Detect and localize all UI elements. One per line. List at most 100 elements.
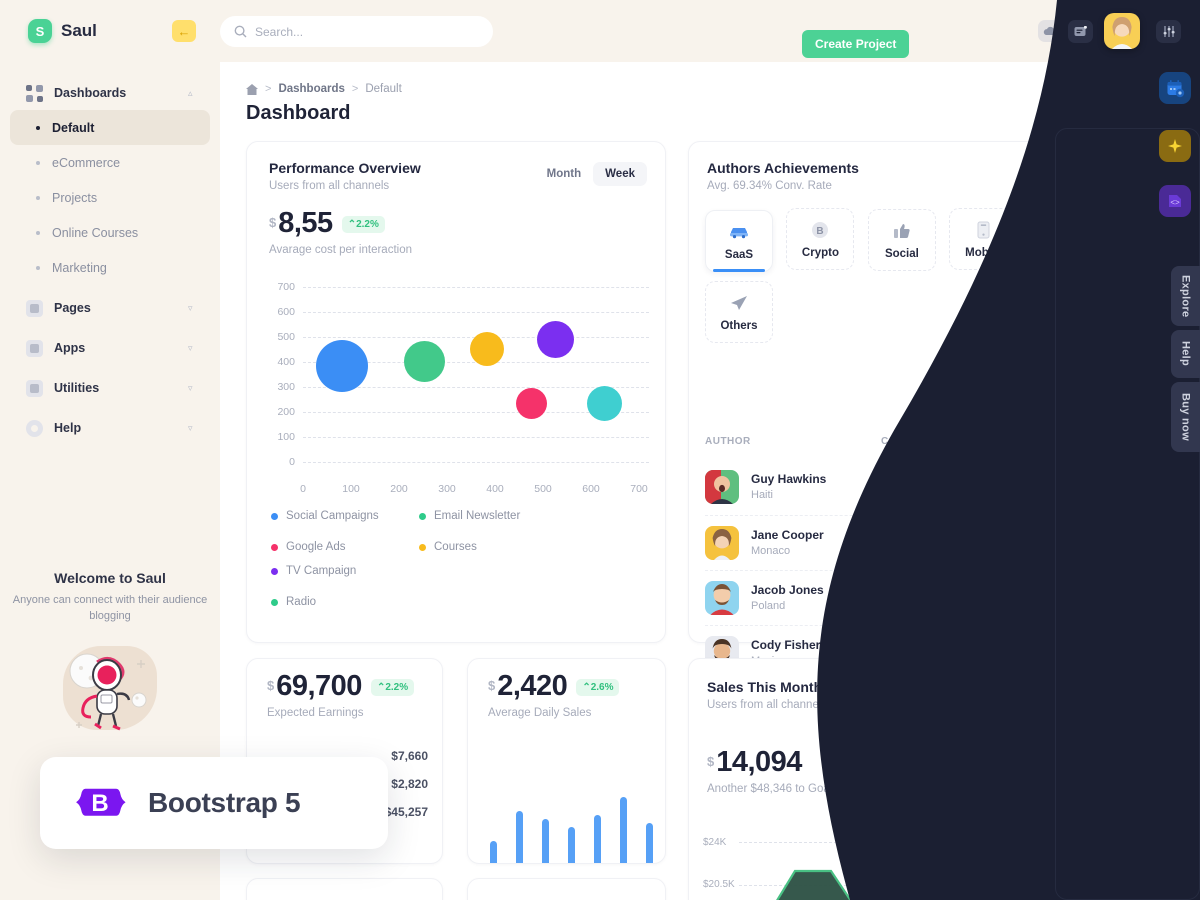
chip-label: Crypto [801, 246, 839, 259]
legend-item[interactable]: Courses [419, 541, 477, 553]
breadcrumb-item-dashboards[interactable]: Dashboards [278, 83, 344, 95]
search-box[interactable] [220, 16, 493, 47]
bar [516, 811, 523, 863]
mobile-icon [977, 220, 990, 240]
bubble-tv-campaign[interactable] [537, 321, 574, 358]
chevron-up-icon: ▵ [188, 88, 193, 98]
sidebar-item-pages[interactable]: Pages ▿ [0, 291, 220, 325]
x-tick-500: 500 [534, 483, 552, 495]
currency-symbol: $ [707, 754, 715, 769]
breadcrumb-separator: > [265, 83, 272, 95]
sidebar-item-marketing[interactable]: Marketing [10, 250, 210, 285]
authors-table-header: AUTHOR CONV. CHART VIEW [705, 436, 1097, 454]
range-week-button[interactable]: Week [593, 162, 647, 186]
collapse-arrow-icon[interactable]: ← [172, 20, 196, 42]
card-title: Sales This Months [707, 679, 830, 695]
sidebar-item-projects[interactable]: Projects [10, 180, 210, 215]
chip-mobile[interactable]: Mobile [949, 208, 1018, 270]
paper-plane-icon [730, 293, 748, 313]
chevron-down-icon: ▿ [188, 383, 193, 393]
metric-caption: Average Daily Sales [488, 707, 592, 719]
sidebar-item-help[interactable]: Help ▿ [0, 411, 220, 445]
sidebar-item-default[interactable]: Default [10, 110, 210, 145]
table-row[interactable]: Guy Hawkins Haiti 78.34% → [705, 460, 1097, 515]
sales-area-chart [776, 820, 1099, 900]
bubble-google-ads[interactable] [516, 388, 547, 419]
bubble-email-newsletter[interactable] [404, 341, 445, 382]
y-tick-20-5k: $20.5K [703, 879, 735, 890]
col-author: AUTHOR [705, 436, 751, 447]
sliders-icon[interactable] [1156, 20, 1181, 43]
table-row[interactable]: Jane Cooper Monaco 63.83% → [705, 515, 1097, 570]
sidebar-subitem-label: Default [52, 120, 95, 135]
y-tick-500: 500 [277, 331, 295, 343]
table-row[interactable]: Jacob Jones Poland 92.56% → [705, 570, 1097, 625]
sparkle-icon[interactable] [1159, 130, 1191, 162]
card-subtitle: Avg. 69.34% Conv. Rate [707, 180, 832, 192]
brand-name: Saul [61, 21, 97, 40]
sidebar-item-dashboards[interactable]: Dashboards ▵ [0, 76, 220, 110]
metric-caption: Avarage cost per interaction [269, 244, 412, 256]
thumbs-up-icon [893, 221, 911, 241]
chip-saas[interactable]: SaaS [705, 210, 773, 272]
user-avatar[interactable] [1104, 13, 1140, 49]
performance-bubble-chart: 700 600 500 400 300 200 100 0 0 100 200 … [269, 281, 649, 502]
calendar-icon[interactable] [1159, 72, 1191, 104]
metric-caption: Another $48,346 to Goal [707, 783, 833, 795]
authors-category-chips: SaaS B Crypto Social Mobile Others [705, 208, 1095, 352]
legend-item[interactable]: Google Ads [271, 541, 345, 553]
card-subtitle: Users from all channels [707, 699, 828, 711]
author-name: Jane Cooper [751, 528, 824, 542]
author-country: Poland [751, 600, 786, 612]
bitcoin-icon: B [811, 220, 829, 240]
sales-metric: $ 14,094 [707, 747, 832, 777]
pages-icon [26, 299, 43, 317]
search-input[interactable] [255, 24, 455, 39]
message-icon[interactable] [1068, 20, 1093, 43]
help-tab[interactable]: Help [1171, 330, 1200, 378]
explore-tab[interactable]: Explore [1171, 266, 1200, 326]
legend-item[interactable]: Email Newsletter [419, 510, 520, 522]
sidebar-item-online-courses[interactable]: Online Courses [10, 215, 210, 250]
legend-dot [271, 512, 278, 520]
legend-dot [419, 543, 426, 551]
right-rail: <> Explore Help Buy now [1150, 0, 1200, 900]
earnings-row-value: $2,820 [391, 777, 428, 791]
topbar [220, 0, 1200, 62]
legend-label: Radio [286, 596, 317, 608]
car-icon [729, 222, 749, 242]
chip-crypto[interactable]: B Crypto [786, 208, 855, 270]
svg-text:B: B [817, 226, 824, 237]
chevron-down-icon: ▿ [188, 423, 193, 433]
bubble-courses[interactable] [470, 332, 504, 366]
x-tick-600: 600 [582, 483, 600, 495]
create-project-button[interactable]: Create Project [802, 30, 910, 58]
chip-label: Others [720, 319, 758, 332]
author-sparkline [957, 588, 1047, 606]
sidebar-item-ecommerce[interactable]: eCommerce [10, 145, 210, 180]
code-icon[interactable]: <> [1159, 185, 1191, 217]
legend-item[interactable]: TV Campaign [271, 565, 356, 577]
bubble-radio[interactable] [587, 386, 622, 421]
cloud-upload-icon[interactable] [1038, 20, 1062, 42]
chip-label: Social [884, 247, 919, 260]
buy-now-tab[interactable]: Buy now [1171, 382, 1200, 452]
legend-item[interactable]: Social Campaigns [271, 510, 379, 522]
utilities-icon [26, 379, 43, 397]
chip-others[interactable]: Others [705, 281, 773, 343]
bullet-icon [36, 195, 40, 200]
card-title: Authors Achievements [707, 160, 859, 176]
chevron-down-icon: ▿ [188, 343, 193, 353]
legend-dot [271, 567, 278, 575]
sidebar-item-utilities[interactable]: Utilities ▿ [0, 371, 220, 405]
bubble-social-campaigns[interactable] [316, 340, 368, 392]
sidebar-item-apps[interactable]: Apps ▿ [0, 331, 220, 365]
legend-item[interactable]: Radio [271, 596, 316, 608]
bullet-icon [36, 125, 40, 130]
currency-symbol: $ [488, 678, 496, 693]
chip-social[interactable]: Social [867, 209, 936, 271]
home-icon[interactable] [246, 83, 258, 95]
range-month-button[interactable]: Month [535, 162, 593, 186]
legend-label: Social Campaigns [286, 510, 379, 522]
bullet-icon [36, 160, 40, 165]
